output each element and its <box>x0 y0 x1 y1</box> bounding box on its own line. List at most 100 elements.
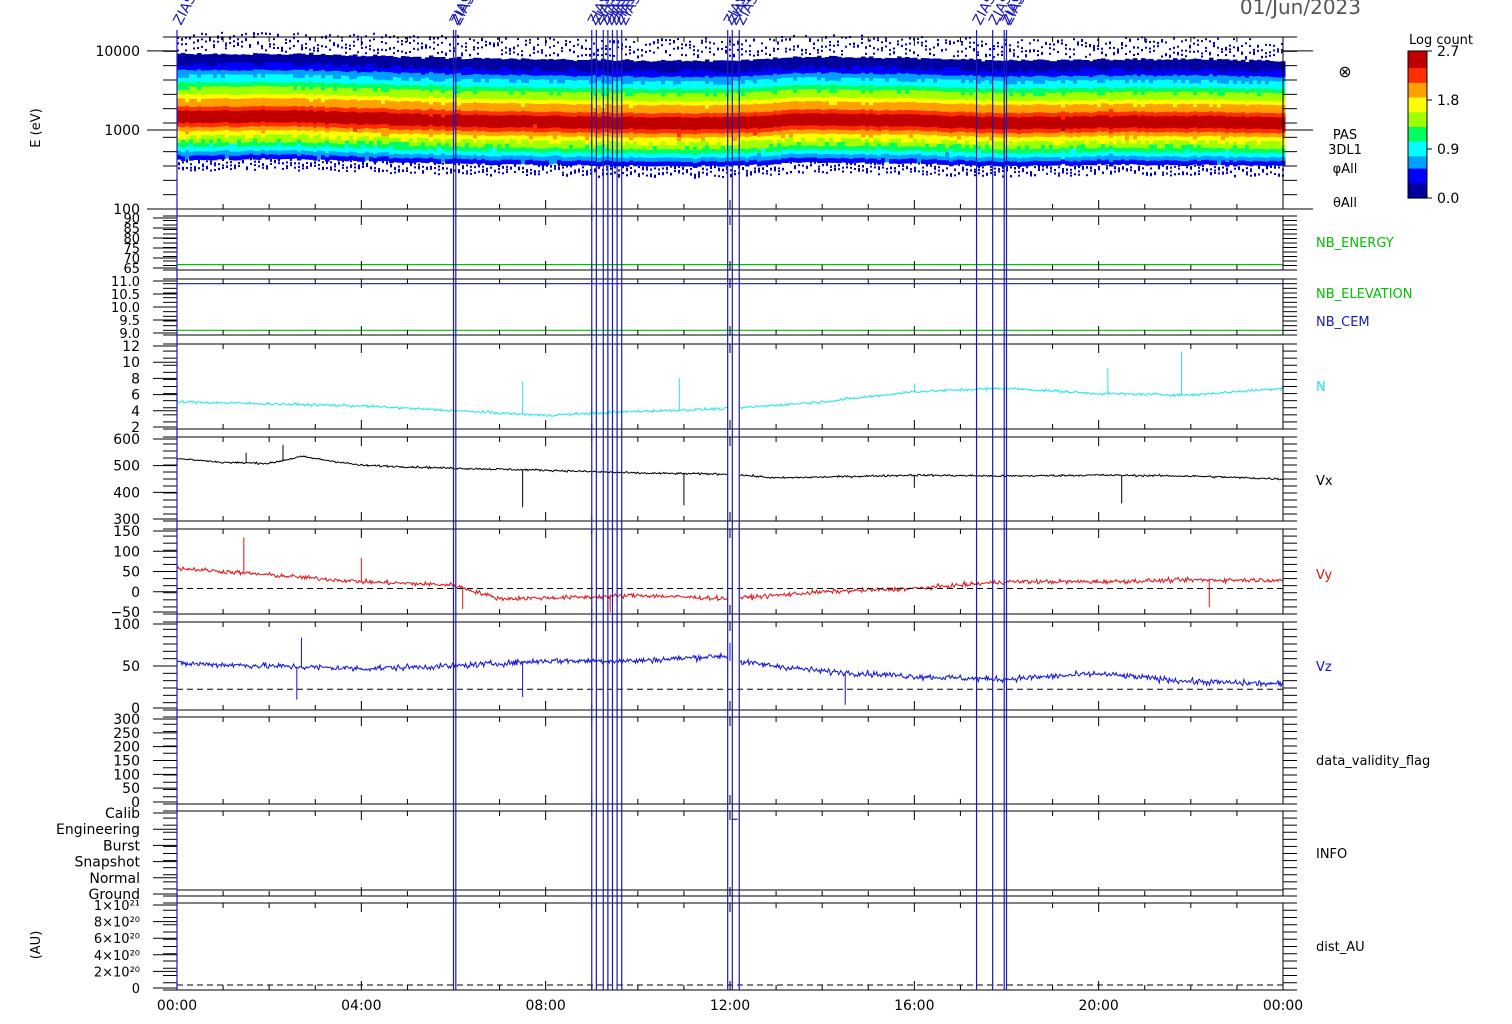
spectrogram-cell <box>789 105 794 111</box>
spectrogram-cell <box>533 59 538 65</box>
spectrogram-cell <box>277 66 282 71</box>
spectrogram-cell <box>685 72 690 78</box>
spectrogram-noise <box>593 52 595 55</box>
spectrogram-cell <box>525 119 530 125</box>
spectrogram-cell <box>293 117 298 123</box>
spectrogram-cell <box>501 123 506 129</box>
spectrogram-cell <box>581 100 586 105</box>
spectrogram-cell <box>517 111 522 117</box>
spectrogram-cell <box>749 72 754 78</box>
spectrogram-noise <box>305 34 307 37</box>
spectrogram-cell <box>753 75 758 81</box>
spectrogram-cell <box>177 106 182 112</box>
spectrogram-cell <box>533 144 538 150</box>
spectrogram-cell <box>529 63 534 68</box>
spectrogram-cell <box>649 69 654 75</box>
spectrogram-cell <box>421 110 426 116</box>
spectrogram-noise <box>421 47 423 50</box>
spectrogram-cell <box>789 109 794 115</box>
spectrogram-cell <box>501 91 506 97</box>
spectrogram-cell <box>377 148 382 154</box>
spectrogram-cell <box>685 60 690 66</box>
spectrogram-cell <box>441 137 446 143</box>
spectrogram-cell <box>213 131 218 136</box>
spectrogram-cell <box>225 142 230 147</box>
spectrogram-noise <box>537 43 539 46</box>
spectrogram-cell <box>293 61 298 67</box>
spectrogram-cell <box>177 98 182 103</box>
spectrogram-cell <box>389 133 394 139</box>
spectrogram-cell <box>381 152 386 157</box>
spectrogram-cell <box>545 71 550 77</box>
spectrogram-cell <box>661 116 666 122</box>
spectrogram-cell <box>337 107 342 113</box>
spectrogram-cell <box>341 87 346 93</box>
spectrogram-cell <box>421 134 426 140</box>
spectrogram-cell <box>489 78 494 84</box>
spectrogram-noise <box>673 41 675 44</box>
spectrogram-cell <box>401 146 406 151</box>
spectrogram-noise <box>561 50 563 53</box>
spectrogram-noise <box>534 173 536 176</box>
spectrogram-cell <box>221 126 226 132</box>
spectrogram-cell <box>673 88 678 94</box>
spectrogram-cell <box>777 159 782 165</box>
spectrogram-cell <box>189 66 194 71</box>
spectrogram-cell <box>213 73 218 79</box>
spectrogram-cell <box>525 111 530 117</box>
spectrogram-cell <box>489 144 494 150</box>
spectrogram-cell <box>393 133 398 139</box>
spectrogram-cell <box>349 95 354 101</box>
spectrogram-cell <box>597 80 602 86</box>
spectrogram-cell <box>245 54 250 60</box>
spectrogram-cell <box>365 92 370 97</box>
spectrogram-cell <box>677 72 682 77</box>
spectrogram-cell <box>713 157 718 162</box>
spectrogram-cell <box>481 154 486 160</box>
spectrogram-noise <box>334 165 336 168</box>
spectrogram-cell <box>393 60 398 66</box>
spectrogram-cell <box>185 82 190 87</box>
spectrogram-noise <box>201 45 203 48</box>
spectrogram-noise <box>765 46 767 49</box>
spectrogram-noise <box>714 165 716 168</box>
spectrogram-cell <box>409 65 414 70</box>
spectrogram-cell <box>457 73 462 78</box>
spectrogram-cell <box>733 100 738 106</box>
spectrogram-cell <box>709 81 714 87</box>
spectrogram-cell <box>285 106 290 112</box>
spectrogram-cell <box>629 76 634 81</box>
spectrogram-cell <box>685 109 690 114</box>
spectrogram-noise <box>693 45 695 48</box>
spectrogram-cell <box>297 86 302 91</box>
spectrogram-cell <box>709 89 714 95</box>
spectrogram-cell <box>573 96 578 102</box>
spectrogram-cell <box>657 133 662 139</box>
spectrogram-cell <box>405 88 410 94</box>
spectrogram-cell <box>433 97 438 103</box>
spectrogram-cell <box>485 70 490 75</box>
spectrogram-cell <box>389 142 394 147</box>
spectrogram-noise <box>369 39 371 42</box>
spectrogram-cell <box>709 109 714 114</box>
spectrogram-noise <box>193 41 195 44</box>
spectrogram-cell <box>457 93 462 99</box>
spectrogram-noise <box>609 40 611 43</box>
spectrogram-cell <box>501 71 506 77</box>
spectrogram-noise <box>210 160 212 163</box>
spectrogram-cell <box>653 105 658 111</box>
spectrogram-cell <box>261 85 266 91</box>
spectrogram-cell <box>525 58 530 64</box>
spectrogram-noise <box>213 44 215 47</box>
spectrogram-cell <box>201 70 206 76</box>
spectrogram-cell <box>741 148 746 154</box>
spectrogram-cell <box>385 84 390 89</box>
spectrogram-noise <box>481 46 483 49</box>
spectrogram-cell <box>625 137 630 143</box>
spectrogram-noise <box>326 167 328 170</box>
spectrogram-cell <box>777 147 782 153</box>
spectrogram-cell <box>429 149 434 154</box>
spectrogram-cell <box>393 64 398 70</box>
spectrogram-cell <box>313 123 318 129</box>
spectrogram-cell <box>685 89 690 94</box>
